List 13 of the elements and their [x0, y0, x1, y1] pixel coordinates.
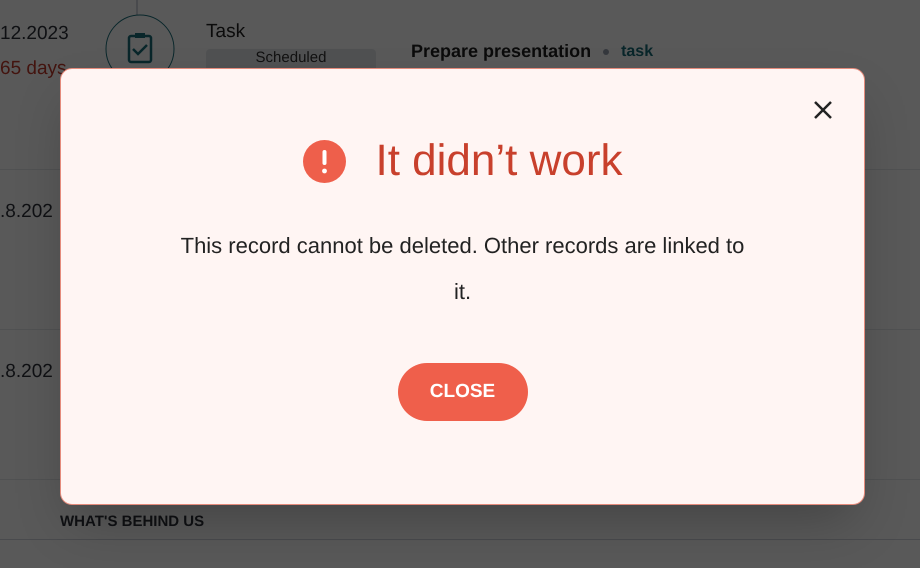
tag-link[interactable]: task — [621, 40, 654, 64]
date-text: 12.2023 — [0, 22, 70, 46]
dialog-title: It didn’t work — [376, 139, 622, 183]
close-icon[interactable] — [812, 99, 834, 121]
dialog-message: This record cannot be deleted. Other records are linked to it. — [180, 232, 746, 306]
due-text: 65 days — [0, 56, 68, 80]
date-text: .8.202 — [0, 360, 54, 384]
date-text: .8.202 — [0, 200, 54, 224]
type-label: Task — [206, 20, 246, 44]
alert-icon — [302, 140, 346, 182]
section-heading: WHAT'S BEHIND US — [60, 513, 204, 530]
close-button[interactable]: CLOSE — [398, 363, 528, 421]
record-title: Prepare presentation — [411, 40, 592, 63]
